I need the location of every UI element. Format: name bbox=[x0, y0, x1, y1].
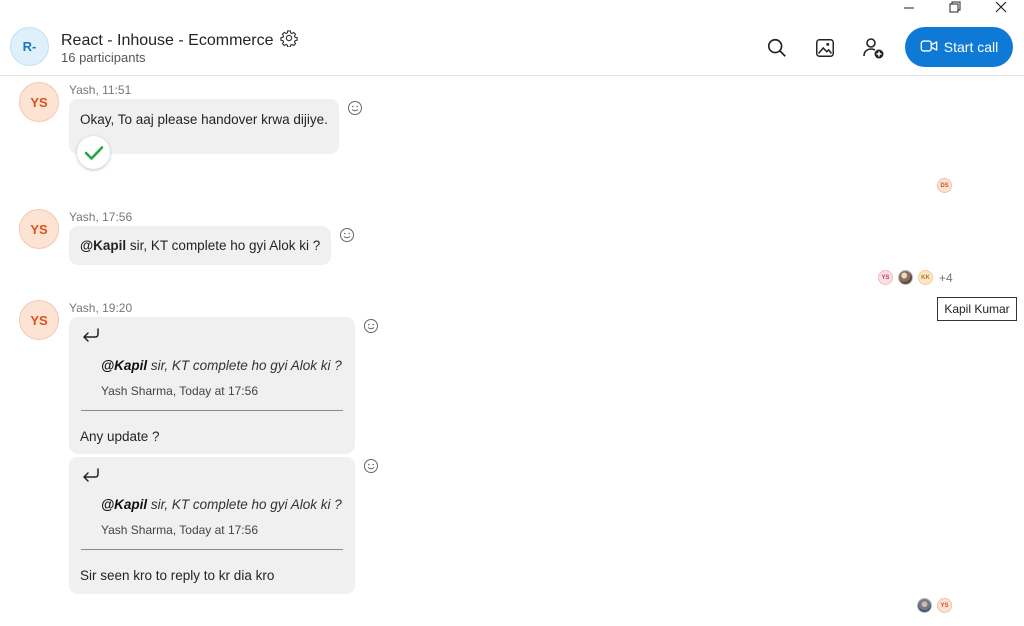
avatar[interactable]: YS bbox=[19, 300, 59, 340]
emoji-reaction-icon[interactable] bbox=[339, 227, 355, 243]
add-people-icon[interactable] bbox=[861, 36, 885, 60]
reply-bubble[interactable]: @Kapil sir, KT complete ho gyi Alok ki ?… bbox=[69, 457, 355, 594]
quote-divider bbox=[81, 410, 343, 411]
emoji-reaction-icon[interactable] bbox=[363, 458, 379, 474]
video-icon bbox=[920, 38, 938, 57]
reaction-check-icon[interactable] bbox=[77, 136, 110, 169]
message-bubble[interactable]: @Kapil sir, KT complete ho gyi Alok ki ? bbox=[69, 226, 331, 265]
reply-arrow-icon bbox=[81, 467, 101, 486]
read-receipt-photo-avatar[interactable] bbox=[917, 598, 932, 613]
read-receipt-avatar[interactable]: YS bbox=[937, 598, 952, 613]
reply-bubble[interactable]: @Kapil sir, KT complete ho gyi Alok ki ?… bbox=[69, 317, 355, 454]
settings-icon[interactable] bbox=[279, 29, 298, 52]
participants-count[interactable]: 16 participants bbox=[61, 50, 146, 65]
message-meta: Yash, 17:56 bbox=[69, 210, 133, 224]
read-receipt-more[interactable]: +4 bbox=[939, 271, 953, 285]
quote-divider bbox=[81, 549, 343, 550]
message-text: sir, KT complete ho gyi Alok ki ? bbox=[126, 238, 321, 253]
emoji-reaction-icon[interactable] bbox=[363, 318, 379, 334]
message-text: Sir seen kro to reply to kr dia kro bbox=[80, 568, 275, 583]
message-text-wrap: @Kapil sir, KT complete ho gyi Alok ki ? bbox=[80, 238, 320, 253]
reply-arrow-icon bbox=[81, 327, 101, 346]
message-meta: Yash, 19:20 bbox=[69, 301, 133, 315]
emoji-reaction-icon[interactable] bbox=[347, 100, 363, 116]
quoted-text: sir, KT complete ho gyi Alok ki ? bbox=[147, 358, 342, 373]
quoted-message: @Kapil sir, KT complete ho gyi Alok ki ? bbox=[101, 358, 342, 373]
message-meta: Yash, 11:51 bbox=[69, 83, 132, 97]
avatar[interactable]: YS bbox=[19, 209, 59, 249]
quoted-mention: @Kapil bbox=[101, 358, 148, 373]
quoted-text: sir, KT complete ho gyi Alok ki ? bbox=[147, 497, 342, 512]
message-bubble[interactable]: Okay, To aaj please handover krwa dijiye… bbox=[69, 99, 339, 154]
message-text: Okay, To aaj please handover krwa dijiye… bbox=[80, 112, 328, 127]
read-receipt-avatar[interactable]: YS bbox=[878, 270, 893, 285]
chat-header: R- React - Inhouse - Ecommerce 16 partic… bbox=[0, 0, 1024, 76]
tooltip: Kapil Kumar bbox=[937, 297, 1017, 321]
start-call-button[interactable]: Start call bbox=[905, 27, 1013, 67]
message-text: Any update ? bbox=[80, 429, 160, 444]
read-receipt-avatar[interactable]: KK bbox=[918, 270, 933, 285]
search-icon[interactable] bbox=[765, 36, 789, 60]
read-receipt-avatar[interactable]: DS bbox=[937, 178, 952, 193]
quoted-mention: @Kapil bbox=[101, 497, 148, 512]
avatar[interactable]: YS bbox=[19, 82, 59, 122]
gallery-icon[interactable] bbox=[813, 36, 837, 60]
group-avatar[interactable]: R- bbox=[10, 27, 49, 66]
start-call-label: Start call bbox=[943, 39, 999, 55]
chat-title-row: React - Inhouse - Ecommerce bbox=[61, 29, 298, 52]
read-receipt-photo-avatar[interactable] bbox=[898, 270, 913, 285]
chat-title[interactable]: React - Inhouse - Ecommerce bbox=[61, 32, 274, 50]
mention[interactable]: @Kapil bbox=[80, 238, 126, 253]
quoted-meta: Yash Sharma, Today at 17:56 bbox=[101, 384, 258, 398]
quoted-message: @Kapil sir, KT complete ho gyi Alok ki ? bbox=[101, 497, 342, 512]
quoted-meta: Yash Sharma, Today at 17:56 bbox=[101, 523, 258, 537]
